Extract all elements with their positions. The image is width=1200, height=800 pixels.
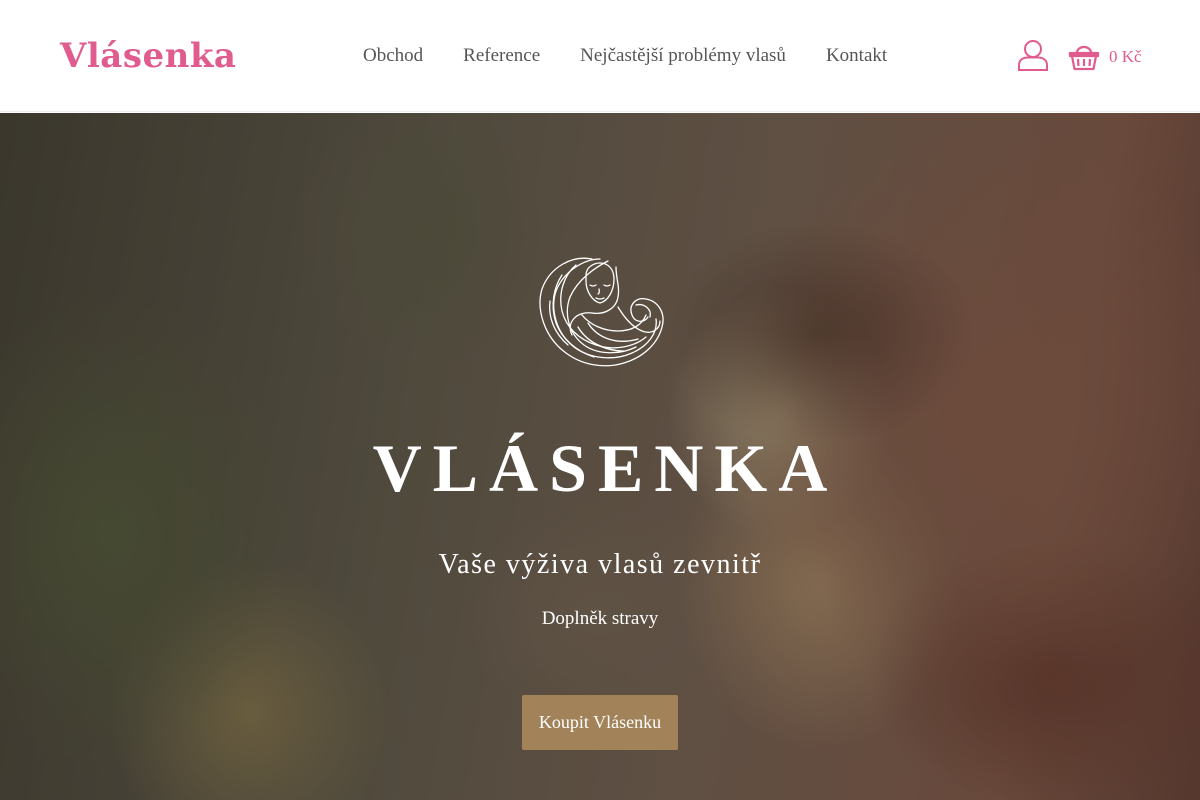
- nav-item-hair-problems[interactable]: Nejčastější problémy vlasů: [580, 44, 786, 68]
- cart-total[interactable]: 0 Kč: [1109, 46, 1142, 68]
- woman-with-flowing-hair-emblem: [532, 253, 668, 373]
- buy-button[interactable]: Koupit Vlásenku: [522, 695, 678, 750]
- user-icon[interactable]: [1016, 38, 1050, 72]
- hero-tagline: Doplněk stravy: [541, 608, 659, 629]
- site-logo[interactable]: Vlásenka: [60, 34, 236, 78]
- basket-icon[interactable]: [1068, 40, 1100, 72]
- site-header: Vlásenka Obchod Reference Nejčastější pr…: [0, 0, 1200, 112]
- main-nav: Obchod Reference Nejčastější problémy vl…: [363, 44, 887, 68]
- nav-item-contact[interactable]: Kontakt: [826, 44, 887, 68]
- hero-title: VLÁSENKA: [372, 430, 839, 506]
- nav-item-reference[interactable]: Reference: [463, 44, 540, 68]
- nav-item-shop[interactable]: Obchod: [363, 44, 423, 68]
- hero-subtitle: Vaše výživa vlasů zevnitř: [438, 549, 762, 580]
- hero-section: VLÁSENKA Vaše výživa vlasů zevnitř Dopln…: [0, 113, 1200, 800]
